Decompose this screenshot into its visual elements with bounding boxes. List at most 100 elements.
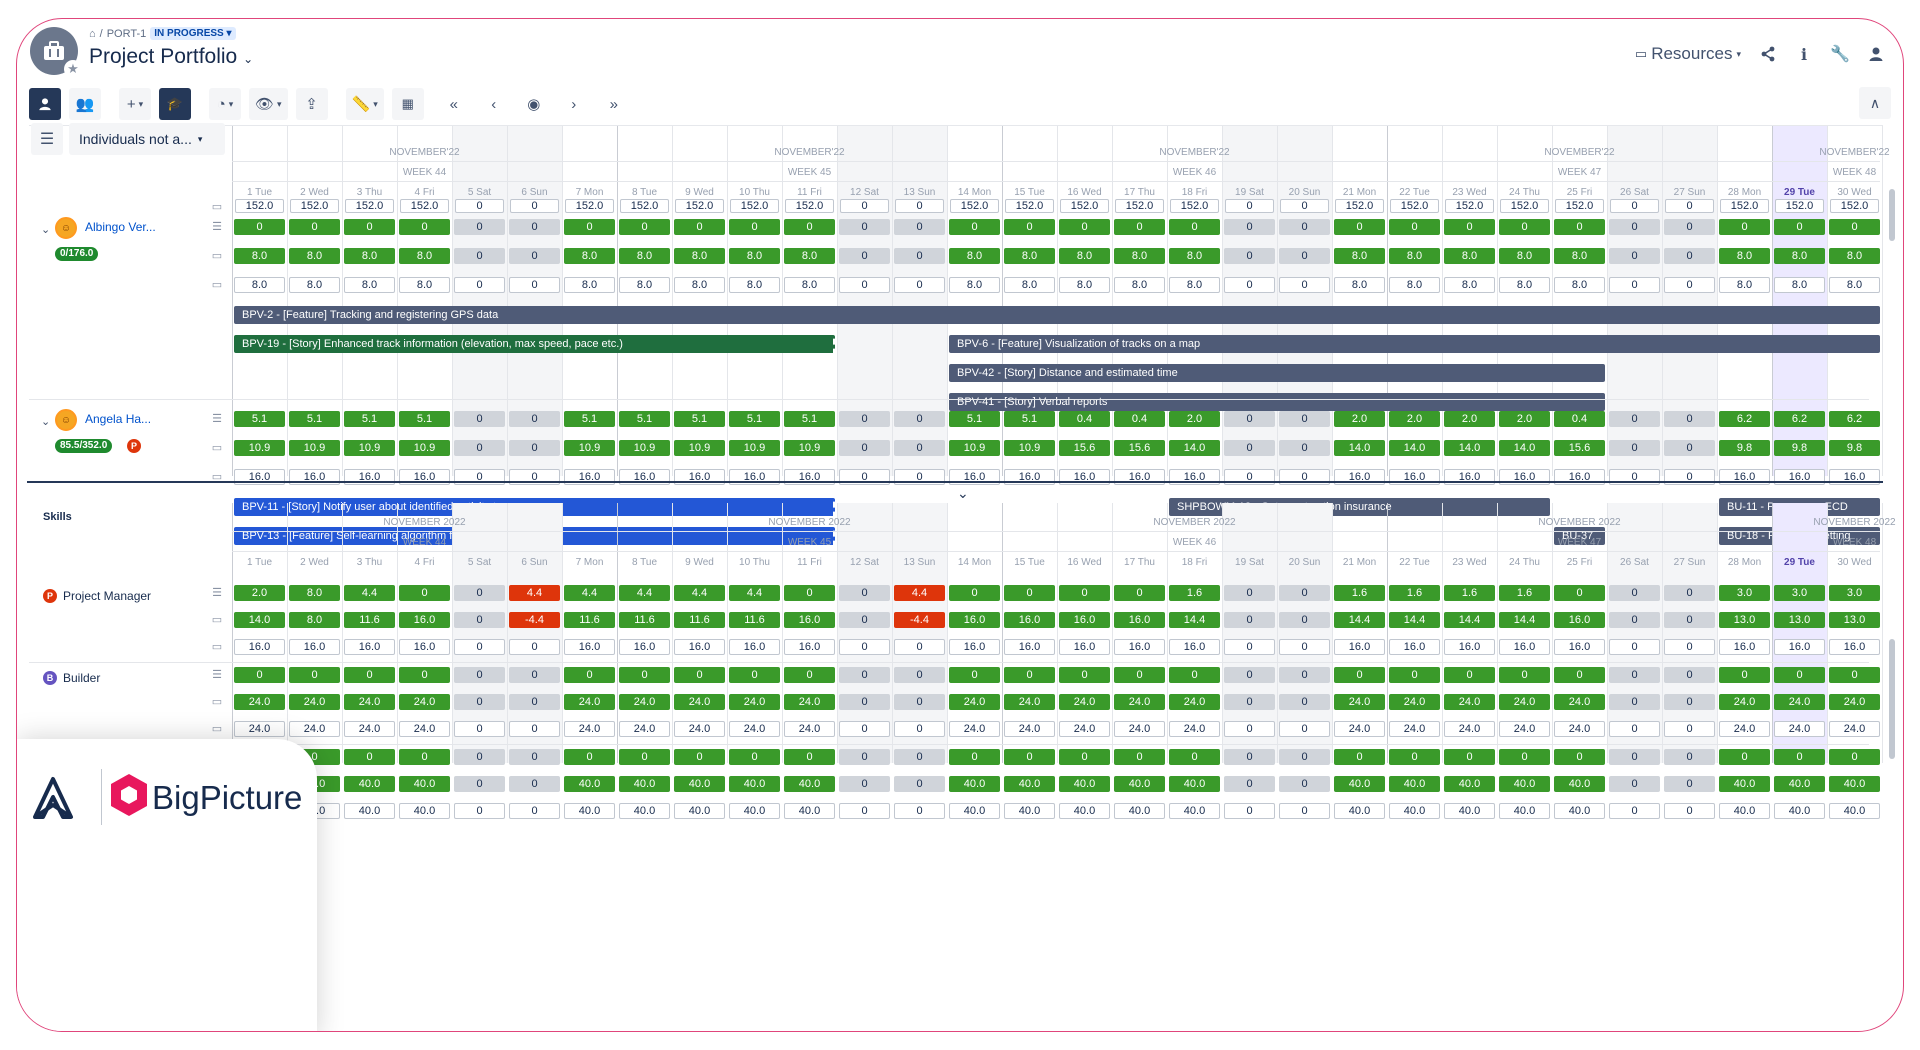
value-cell[interactable]: 1.6 xyxy=(1444,585,1495,601)
value-cell[interactable]: 16.0 xyxy=(1719,639,1770,655)
value-cell[interactable]: 40.0 xyxy=(1114,776,1165,792)
value-cell[interactable]: 16.0 xyxy=(1004,612,1055,628)
value-cell[interactable]: 0 xyxy=(1664,639,1715,655)
value-cell[interactable]: 24.0 xyxy=(1554,694,1605,710)
value-cell[interactable]: 40.0 xyxy=(619,776,670,792)
value-cell[interactable]: 0 xyxy=(784,749,835,765)
value-cell[interactable]: 0 xyxy=(509,694,560,710)
value-cell[interactable]: 0 xyxy=(1609,721,1660,737)
value-cell[interactable]: 0 xyxy=(1279,667,1330,683)
value-cell[interactable]: 0 xyxy=(1609,612,1660,628)
value-cell[interactable]: 24.0 xyxy=(564,694,615,710)
value-cell[interactable]: 24.0 xyxy=(1334,721,1385,737)
value-cell[interactable]: 0 xyxy=(454,803,505,819)
workload-icon[interactable]: ☰ xyxy=(210,669,224,681)
value-cell[interactable]: 16.0 xyxy=(1389,639,1440,655)
value-cell[interactable]: 0 xyxy=(1279,749,1330,765)
value-cell[interactable]: 0 xyxy=(399,749,450,765)
value-cell[interactable]: 40.0 xyxy=(1829,776,1880,792)
value-cell[interactable]: 24.0 xyxy=(674,694,725,710)
capacity-icon[interactable]: ▭ xyxy=(210,614,224,626)
value-cell[interactable]: 0 xyxy=(1609,694,1660,710)
value-cell[interactable]: 0 xyxy=(509,639,560,655)
value-cell[interactable]: 16.0 xyxy=(1169,639,1220,655)
value-cell[interactable]: 0 xyxy=(454,694,505,710)
value-cell[interactable]: 16.0 xyxy=(674,639,725,655)
value-cell[interactable]: 40.0 xyxy=(1004,803,1055,819)
capacity-icon[interactable]: ▭ xyxy=(210,641,224,653)
value-cell[interactable]: 40.0 xyxy=(949,776,1000,792)
value-cell[interactable]: 0 xyxy=(509,749,560,765)
value-cell[interactable]: 24.0 xyxy=(1389,721,1440,737)
value-cell[interactable]: 1.6 xyxy=(1389,585,1440,601)
value-cell[interactable]: 40.0 xyxy=(949,803,1000,819)
value-cell[interactable]: 24.0 xyxy=(674,721,725,737)
value-cell[interactable]: 24.0 xyxy=(1169,721,1220,737)
value-cell[interactable]: 24.0 xyxy=(1334,694,1385,710)
value-cell[interactable]: 0 xyxy=(1444,749,1495,765)
value-cell[interactable]: 40.0 xyxy=(1334,803,1385,819)
value-cell[interactable]: 3.0 xyxy=(1719,585,1770,601)
value-cell[interactable]: 0 xyxy=(894,749,945,765)
value-cell[interactable]: 0 xyxy=(1114,749,1165,765)
value-cell[interactable]: 0 xyxy=(509,721,560,737)
value-cell[interactable]: 40.0 xyxy=(344,776,395,792)
value-cell[interactable]: 0 xyxy=(1609,585,1660,601)
value-cell[interactable]: 24.0 xyxy=(399,694,450,710)
scrollbar[interactable] xyxy=(1889,639,1895,759)
value-cell[interactable]: 40.0 xyxy=(1389,803,1440,819)
value-cell[interactable]: 40.0 xyxy=(1719,803,1770,819)
value-cell[interactable]: 24.0 xyxy=(1499,694,1550,710)
value-cell[interactable]: 0 xyxy=(674,667,725,683)
value-cell[interactable]: 24.0 xyxy=(784,721,835,737)
skill-name[interactable]: Builder xyxy=(63,671,100,685)
value-cell[interactable]: 0 xyxy=(1004,749,1055,765)
value-cell[interactable]: 0 xyxy=(839,694,890,710)
value-cell[interactable]: 0 xyxy=(1664,721,1715,737)
value-cell[interactable]: 16.0 xyxy=(949,612,1000,628)
value-cell[interactable]: 0 xyxy=(1004,585,1055,601)
capacity-icon[interactable]: ▭ xyxy=(210,696,224,708)
value-cell[interactable]: 16.0 xyxy=(1774,639,1825,655)
value-cell[interactable]: 40.0 xyxy=(1334,776,1385,792)
value-cell[interactable]: 0 xyxy=(1664,694,1715,710)
value-cell[interactable]: 0 xyxy=(894,667,945,683)
value-cell[interactable]: 0 xyxy=(1664,803,1715,819)
value-cell[interactable]: 0 xyxy=(949,667,1000,683)
value-cell[interactable]: 0 xyxy=(839,639,890,655)
value-cell[interactable]: 40.0 xyxy=(729,803,780,819)
value-cell[interactable]: 0 xyxy=(1279,612,1330,628)
value-cell[interactable]: 14.4 xyxy=(1169,612,1220,628)
value-cell[interactable]: -4.4 xyxy=(894,612,945,628)
value-cell[interactable]: 3.0 xyxy=(1774,585,1825,601)
value-cell[interactable]: 14.4 xyxy=(1444,612,1495,628)
value-cell[interactable]: 4.4 xyxy=(344,585,395,601)
value-cell[interactable]: 0 xyxy=(1279,585,1330,601)
value-cell[interactable]: 0 xyxy=(1664,749,1715,765)
value-cell[interactable]: 0 xyxy=(894,694,945,710)
value-cell[interactable]: 0 xyxy=(1114,585,1165,601)
value-cell[interactable]: 0 xyxy=(1609,776,1660,792)
value-cell[interactable]: 0 xyxy=(839,612,890,628)
value-cell[interactable]: 13.0 xyxy=(1774,612,1825,628)
value-cell[interactable]: 11.6 xyxy=(564,612,615,628)
value-cell[interactable]: 0 xyxy=(399,667,450,683)
value-cell[interactable]: 0 xyxy=(454,585,505,601)
value-cell[interactable]: 24.0 xyxy=(1444,721,1495,737)
scrollbar[interactable] xyxy=(1889,189,1895,241)
skill-name[interactable]: Project Manager xyxy=(63,589,151,603)
value-cell[interactable]: 0 xyxy=(894,721,945,737)
value-cell[interactable]: 0 xyxy=(454,721,505,737)
value-cell[interactable]: 24.0 xyxy=(1389,694,1440,710)
value-cell[interactable]: 40.0 xyxy=(1389,776,1440,792)
value-cell[interactable]: 0 xyxy=(1169,667,1220,683)
value-cell[interactable]: 0 xyxy=(894,803,945,819)
value-cell[interactable]: 0 xyxy=(894,776,945,792)
value-cell[interactable]: 16.0 xyxy=(729,639,780,655)
value-cell[interactable]: 0 xyxy=(1059,667,1110,683)
value-cell[interactable]: 0 xyxy=(1499,749,1550,765)
value-cell[interactable]: 24.0 xyxy=(1444,694,1495,710)
value-cell[interactable]: 0 xyxy=(1224,667,1275,683)
value-cell[interactable]: 40.0 xyxy=(564,803,615,819)
value-cell[interactable]: 40.0 xyxy=(1774,803,1825,819)
